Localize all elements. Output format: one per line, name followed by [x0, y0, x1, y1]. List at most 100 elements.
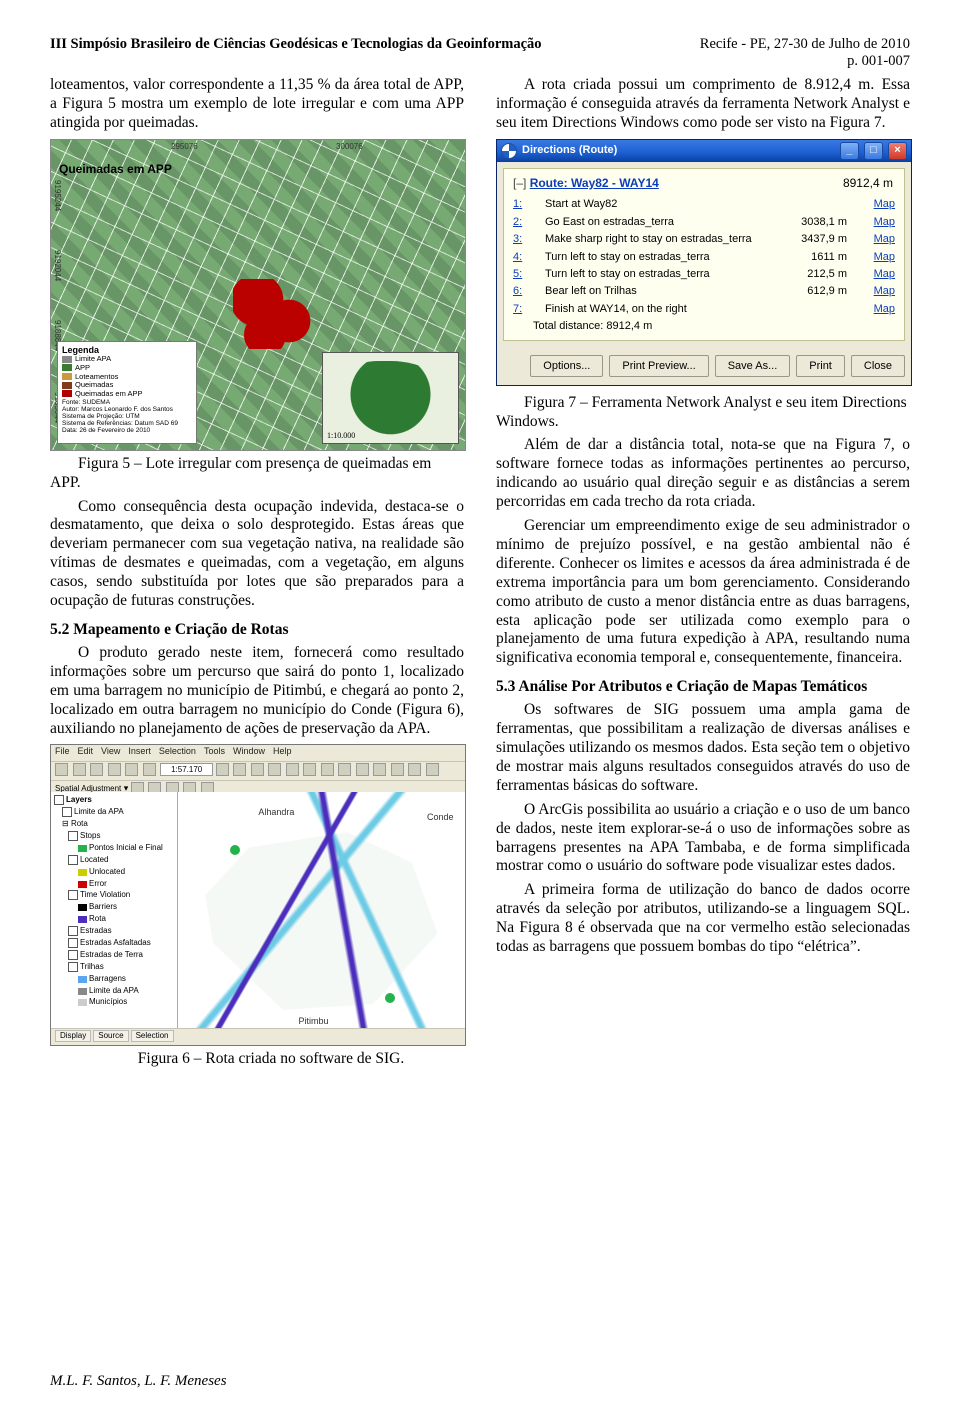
minimize-icon[interactable]: _	[840, 142, 859, 160]
toc-tab[interactable]: Display	[55, 1030, 91, 1042]
step-map-link[interactable]: Map	[874, 216, 895, 228]
toolbar-icon[interactable]	[55, 763, 68, 776]
step-number-link[interactable]: 2:	[513, 216, 522, 228]
directions-titlebar[interactable]: Directions (Route) _ □ ×	[497, 140, 911, 162]
toolbar-icon[interactable]	[286, 763, 299, 776]
toolbar-icon[interactable]	[143, 763, 156, 776]
directions-print-preview-button[interactable]: Print Preview...	[609, 355, 708, 377]
toc-item-label: Estradas de Terra	[80, 950, 143, 959]
toc-item[interactable]: Pontos Inicial e Final	[68, 843, 174, 853]
step-number-link[interactable]: 3:	[513, 233, 522, 245]
toc-item[interactable]: Municípios	[68, 997, 174, 1007]
toc-item[interactable]: Stops	[68, 831, 174, 841]
checkbox-icon[interactable]	[68, 962, 78, 972]
toolbar-icon[interactable]	[303, 763, 316, 776]
menu-item[interactable]: View	[101, 746, 120, 756]
directions-buttons: Options... Print Preview... Save As...Prin…	[497, 347, 911, 385]
toolbar-icon[interactable]	[321, 763, 334, 776]
menu-item[interactable]: Window	[233, 746, 265, 756]
toolbar-icon[interactable]	[216, 763, 229, 776]
toc-item[interactable]: Time Violation	[68, 890, 174, 900]
toc-panel[interactable]: Layers Limite da APA ⊟ Rota StopsPontos …	[51, 792, 178, 1031]
menu-item[interactable]: Selection	[159, 746, 196, 756]
toc-item[interactable]: Estradas de Terra	[68, 950, 174, 960]
map-label-alhandra: Alhandra	[258, 807, 294, 818]
layer-swatch	[78, 904, 87, 911]
step-map-link[interactable]: Map	[874, 198, 895, 210]
toolbar-icon[interactable]	[391, 763, 404, 776]
toc-item[interactable]: Estradas	[68, 926, 174, 936]
fig7-caption: Figura 7 – Ferramenta Network Analyst e …	[496, 394, 910, 432]
step-map-link[interactable]: Map	[874, 285, 895, 297]
directions-close-button[interactable]: Close	[851, 355, 905, 377]
toc-item[interactable]: Barriers	[68, 902, 174, 912]
toc-item[interactable]: Rota	[68, 914, 174, 924]
header-right: Recife - PE, 27-30 de Julho de 2010 p. 0…	[700, 36, 910, 70]
toolbar-icon[interactable]	[408, 763, 421, 776]
window-buttons[interactable]: _ □ ×	[838, 142, 907, 160]
step-map-link[interactable]: Map	[874, 268, 895, 280]
checkbox-icon[interactable]	[68, 926, 78, 936]
fig5-legend-title: Legenda	[62, 345, 99, 355]
checkbox-icon[interactable]	[68, 831, 78, 841]
arcmap-toolbar-1[interactable]: 1:57.170	[51, 762, 465, 781]
toolbar-icon[interactable]	[338, 763, 351, 776]
step-number-link[interactable]: 7:	[513, 303, 522, 315]
fig5-legend-source: Fonte: SUDEMA Autor: Marcos Leonardo F. …	[62, 400, 192, 434]
toolbar-icon[interactable]	[356, 763, 369, 776]
directions-options-button[interactable]: Options...	[530, 355, 603, 377]
checkbox-icon[interactable]	[68, 890, 78, 900]
toc-item[interactable]: Limite da APA	[74, 808, 124, 817]
step-number-link[interactable]: 1:	[513, 198, 522, 210]
step-map-link[interactable]: Map	[874, 251, 895, 263]
toc-item[interactable]: Trilhas	[68, 962, 174, 972]
para: A primeira forma de utilização do banco …	[496, 881, 910, 957]
menu-item[interactable]: Edit	[78, 746, 94, 756]
toolbar-icon[interactable]	[426, 763, 439, 776]
toc-item[interactable]: Unlocated	[68, 867, 174, 877]
toolbar-icon[interactable]	[108, 763, 121, 776]
toc-tabs[interactable]: DisplaySourceSelection	[51, 1028, 465, 1045]
toolbar-icon[interactable]	[268, 763, 281, 776]
toc-group[interactable]: Rota	[71, 819, 88, 828]
menu-item[interactable]: File	[55, 746, 70, 756]
checkbox-icon[interactable]	[68, 855, 78, 865]
checkbox-icon[interactable]	[68, 938, 78, 948]
step-number-link[interactable]: 6:	[513, 285, 522, 297]
toolbar-icon[interactable]	[125, 763, 138, 776]
checkbox-icon[interactable]	[62, 807, 72, 817]
step-map-link[interactable]: Map	[874, 303, 895, 315]
map-canvas[interactable]: Alhandra Conde Pitimbu	[178, 792, 465, 1031]
toc-item[interactable]: Located	[68, 855, 174, 865]
menu-item[interactable]: Tools	[204, 746, 225, 756]
toc-tab[interactable]: Source	[93, 1030, 128, 1042]
maximize-icon[interactable]: □	[864, 142, 883, 160]
step-number-link[interactable]: 4:	[513, 251, 522, 263]
directions-save-as-button[interactable]: Save As...	[715, 355, 791, 377]
toc-item[interactable]: Error	[68, 879, 174, 889]
fig5-queimadas-layer	[233, 279, 313, 349]
checkbox-icon[interactable]	[68, 950, 78, 960]
step-distance: 612,9 m	[769, 283, 853, 300]
directions-print-button[interactable]: Print	[796, 355, 845, 377]
route-link[interactable]: Route: Way82 - WAY14	[530, 176, 659, 190]
directions-table: 1:Start at Way82Map2:Go East on estradas…	[507, 196, 901, 318]
toc-item[interactable]: Barragens	[68, 974, 174, 984]
step-map-link[interactable]: Map	[874, 233, 895, 245]
close-icon[interactable]: ×	[888, 142, 907, 160]
toolbar-icon[interactable]	[90, 763, 103, 776]
menu-item[interactable]: Help	[273, 746, 292, 756]
menu-item[interactable]: Insert	[128, 746, 151, 756]
toolbar-icon[interactable]	[373, 763, 386, 776]
toc-item[interactable]: Limite da APA	[68, 986, 174, 996]
scale-input[interactable]: 1:57.170	[160, 763, 213, 776]
compass-icon	[501, 143, 517, 159]
toc-item[interactable]: Estradas Asfaltadas	[68, 938, 174, 948]
checkbox-icon[interactable]	[54, 795, 64, 805]
toolbar-icon[interactable]	[251, 763, 264, 776]
toolbar-icon[interactable]	[233, 763, 246, 776]
step-number-link[interactable]: 5:	[513, 268, 522, 280]
toolbar-icon[interactable]	[73, 763, 86, 776]
toc-tab[interactable]: Selection	[131, 1030, 174, 1042]
arcmap-menubar[interactable]: File Edit View Insert Selection Tools Window He…	[51, 745, 465, 762]
